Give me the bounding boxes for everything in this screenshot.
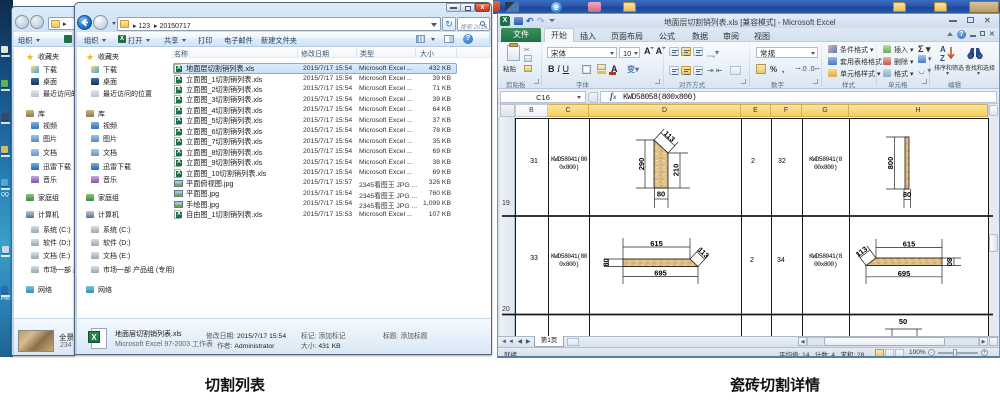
svg-text:A: A — [940, 45, 946, 54]
svg-text:695: 695 — [654, 269, 667, 278]
svg-text:80: 80 — [602, 258, 611, 266]
svg-text:800: 800 — [886, 157, 895, 170]
svg-text:113: 113 — [662, 129, 677, 144]
svg-text:695: 695 — [898, 269, 911, 278]
svg-text:615: 615 — [650, 239, 663, 248]
svg-text:210: 210 — [672, 164, 681, 177]
svg-text:80: 80 — [945, 258, 954, 266]
svg-text:113: 113 — [854, 244, 869, 258]
svg-text:113: 113 — [696, 245, 711, 260]
svg-text:80: 80 — [903, 190, 911, 199]
svg-text:290: 290 — [637, 158, 646, 171]
svg-text:615: 615 — [903, 240, 916, 249]
svg-text:80: 80 — [657, 190, 665, 199]
svg-text:50: 50 — [899, 317, 907, 326]
svg-text:Z: Z — [940, 54, 945, 62]
